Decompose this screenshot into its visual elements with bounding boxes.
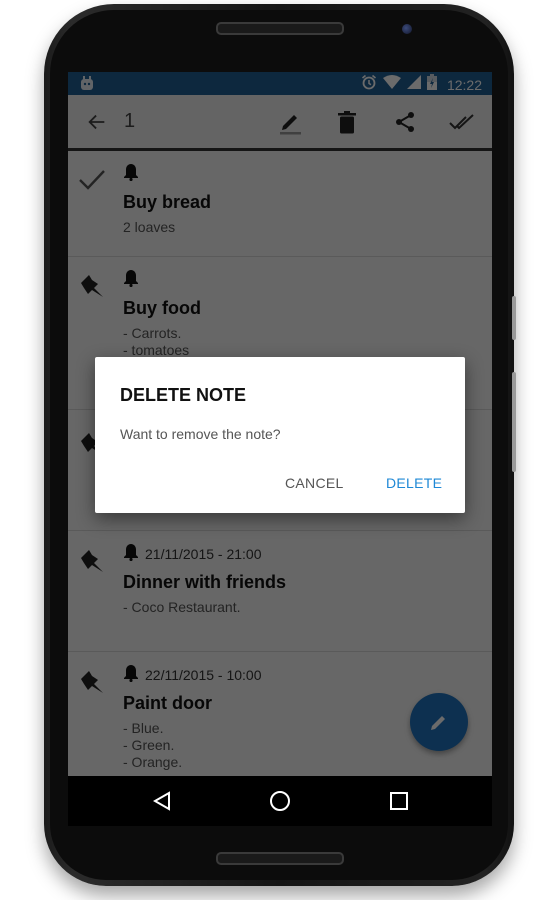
dialog-title: DELETE NOTE [120, 385, 247, 405]
volume-rocker [512, 372, 516, 472]
recents-icon [390, 792, 408, 810]
dialog-message: Want to remove the note? [120, 426, 281, 442]
cancel-button[interactable]: CANCEL [285, 475, 344, 491]
delete-confirm-button[interactable]: DELETE [386, 475, 442, 491]
power-button [512, 296, 516, 340]
bottom-speaker [216, 852, 344, 865]
screen: 12:22 1 [68, 72, 492, 776]
nav-home-button[interactable] [268, 789, 292, 813]
nav-back-button[interactable] [150, 789, 174, 813]
home-icon [270, 791, 290, 811]
nav-recents-button[interactable] [387, 789, 411, 813]
back-icon [153, 791, 170, 811]
front-camera [402, 24, 412, 34]
system-nav-bar [68, 776, 492, 826]
delete-note-dialog: DELETE NOTE Want to remove the note? CAN… [95, 357, 465, 513]
earpiece-speaker [216, 22, 344, 35]
